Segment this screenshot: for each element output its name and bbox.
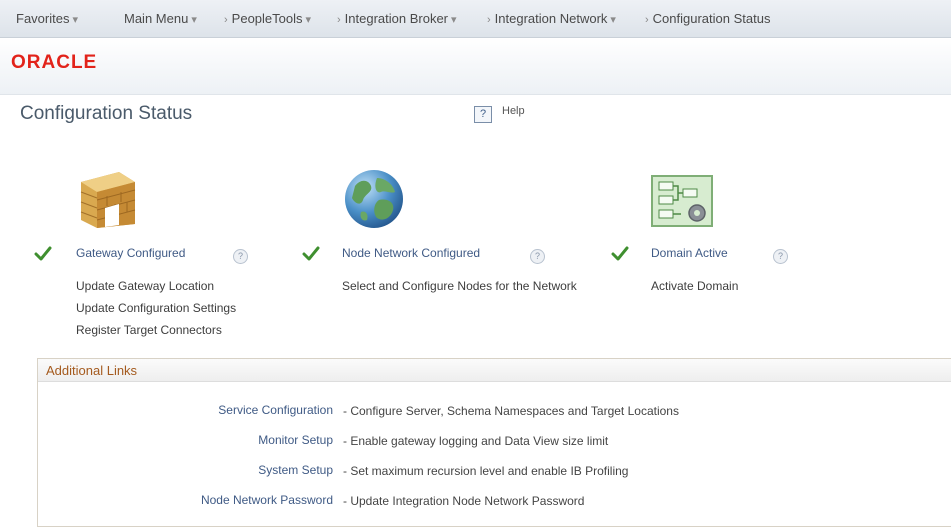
domain-active-link[interactable]: Domain Active bbox=[651, 246, 728, 260]
chevron-right-icon: › bbox=[645, 14, 649, 26]
system-setup-link[interactable]: System Setup bbox=[258, 463, 333, 477]
register-target-connectors-link[interactable]: Register Target Connectors bbox=[76, 323, 222, 337]
chevron-down-icon: ▾ bbox=[305, 14, 312, 26]
oracle-logo: ORACLE bbox=[11, 52, 98, 73]
chevron-down-icon: ▾ bbox=[72, 14, 78, 26]
breadcrumb-nav: Favorites ▾ Main Menu ▾ › PeopleTools ▾ › Int… bbox=[0, 0, 951, 38]
firewall-icon bbox=[80, 172, 136, 228]
node-network-password-link[interactable]: Node Network Password bbox=[201, 493, 333, 507]
chevron-down-icon: ▾ bbox=[191, 14, 197, 26]
check-icon bbox=[302, 246, 320, 261]
header-banner: ORACLE bbox=[0, 38, 951, 95]
gateway-help-icon[interactable]: ? bbox=[233, 249, 248, 264]
breadcrumb-label: Integration Broker bbox=[344, 11, 449, 26]
chevron-right-icon: › bbox=[337, 14, 341, 26]
system-setup-desc: - Set maximum recursion level and enable… bbox=[343, 464, 629, 478]
activate-domain-link[interactable]: Activate Domain bbox=[651, 279, 738, 293]
additional-links-header bbox=[38, 359, 951, 382]
update-gateway-location-link[interactable]: Update Gateway Location bbox=[76, 279, 214, 293]
node-network-configured-link[interactable]: Node Network Configured bbox=[342, 246, 480, 260]
main-menu[interactable]: Main Menu ▾ bbox=[124, 11, 197, 26]
check-icon bbox=[611, 246, 629, 261]
breadcrumb-integration-network[interactable]: › Integration Network ▾ bbox=[487, 11, 616, 26]
favorites-label: Favorites bbox=[16, 11, 70, 26]
additional-links-title: Additional Links bbox=[46, 363, 138, 378]
main-menu-label: Main Menu bbox=[124, 11, 189, 26]
breadcrumb-configuration-status[interactable]: › Configuration Status bbox=[645, 11, 770, 26]
breadcrumb-label: Configuration Status bbox=[652, 11, 771, 26]
chevron-right-icon: › bbox=[487, 14, 491, 26]
service-configuration-desc: - Configure Server, Schema Namespaces an… bbox=[343, 404, 679, 418]
domain-help-icon[interactable]: ? bbox=[773, 249, 788, 264]
help-icon[interactable]: ? bbox=[474, 106, 492, 123]
breadcrumb-peopletools[interactable]: › PeopleTools ▾ bbox=[224, 11, 311, 26]
chevron-right-icon: › bbox=[224, 14, 228, 26]
node-network-help-icon[interactable]: ? bbox=[530, 249, 545, 264]
breadcrumb-integration-broker[interactable]: › Integration Broker ▾ bbox=[337, 11, 457, 26]
update-configuration-settings-link[interactable]: Update Configuration Settings bbox=[76, 301, 236, 315]
breadcrumb-label: PeopleTools bbox=[231, 11, 303, 26]
chevron-down-icon: ▾ bbox=[451, 14, 457, 26]
gateway-configured-link[interactable]: Gateway Configured bbox=[76, 246, 185, 260]
monitor-setup-desc: - Enable gateway logging and Data View s… bbox=[343, 434, 609, 448]
page-title: Configuration Status bbox=[20, 103, 193, 124]
domain-diagram-icon bbox=[651, 175, 713, 227]
globe-icon bbox=[345, 170, 403, 228]
chevron-down-icon: ▾ bbox=[610, 14, 616, 26]
help-link[interactable]: Help bbox=[502, 105, 525, 117]
monitor-setup-link[interactable]: Monitor Setup bbox=[258, 433, 333, 447]
favorites-menu[interactable]: Favorites ▾ bbox=[16, 11, 78, 26]
breadcrumb-label: Integration Network bbox=[494, 11, 608, 26]
check-icon bbox=[34, 246, 52, 261]
service-configuration-link[interactable]: Service Configuration bbox=[218, 403, 333, 417]
node-network-password-desc: - Update Integration Node Network Passwo… bbox=[343, 494, 585, 508]
select-configure-nodes-link[interactable]: Select and Configure Nodes for the Netwo… bbox=[342, 279, 577, 293]
